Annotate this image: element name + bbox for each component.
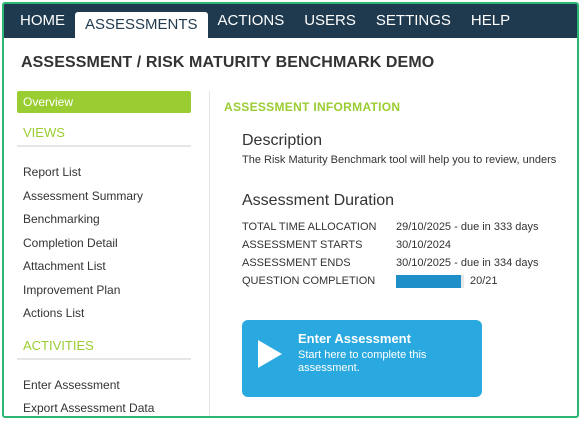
app-frame: HOME ASSESSMENTS ACTIONS USERS SETTINGS …	[2, 2, 579, 418]
duration-value: 30/10/2024	[396, 239, 452, 251]
nav-actions[interactable]: ACTIONS	[208, 4, 295, 38]
completion-label: QUESTION COMPLETION	[242, 275, 376, 287]
play-icon	[258, 340, 282, 368]
nav-home[interactable]: HOME	[10, 4, 75, 38]
sidebar-divider	[209, 91, 210, 416]
nav-settings[interactable]: SETTINGS	[366, 4, 461, 38]
sidebar-item-overview[interactable]: Overview	[17, 91, 191, 113]
nav-assessments[interactable]: ASSESSMENTS	[75, 12, 208, 38]
sidebar-item-improvement-plan[interactable]: Improvement Plan	[23, 279, 191, 303]
duration-label: ASSESSMENT ENDS	[242, 257, 351, 269]
sidebar-item-completion-detail[interactable]: Completion Detail	[23, 232, 191, 256]
activities-heading: ACTIVITIES	[17, 338, 191, 360]
enter-assessment-button[interactable]: Enter Assessment Start here to complete …	[242, 320, 482, 397]
sidebar-item-benchmarking[interactable]: Benchmarking	[23, 208, 191, 232]
completion-progress-fill	[396, 274, 461, 288]
sidebar-item-export-assessment-data[interactable]: Export Assessment Data	[23, 397, 191, 416]
sidebar-item-enter-assessment[interactable]: Enter Assessment	[23, 374, 191, 398]
duration-table: TOTAL TIME ALLOCATION 29/10/2025 - due i…	[242, 218, 539, 290]
sidebar-item-assessment-summary[interactable]: Assessment Summary	[23, 185, 191, 209]
description-text: The Risk Maturity Benchmark tool will he…	[242, 154, 557, 166]
views-list: Report List Assessment Summary Benchmark…	[17, 161, 191, 326]
page-title: ASSESSMENT / RISK MATURITY BENCHMARK DEM…	[21, 54, 435, 71]
duration-row: ASSESSMENT STARTS 30/10/2024	[242, 236, 539, 254]
duration-label: TOTAL TIME ALLOCATION	[242, 221, 377, 233]
top-nav: HOME ASSESSMENTS ACTIONS USERS SETTINGS …	[4, 4, 577, 38]
sidebar-item-report-list[interactable]: Report List	[23, 161, 191, 185]
main-content: ASSESSMENT INFORMATION Description The R…	[224, 100, 577, 397]
completion-count: 20/21	[470, 275, 498, 287]
duration-row: TOTAL TIME ALLOCATION 29/10/2025 - due i…	[242, 218, 539, 236]
sidebar: Overview VIEWS Report List Assessment Su…	[17, 91, 191, 417]
nav-users[interactable]: USERS	[294, 4, 366, 38]
duration-row: ASSESSMENT ENDS 30/10/2025 - due in 334 …	[242, 254, 539, 272]
completion-row: QUESTION COMPLETION 20/21	[242, 272, 539, 290]
completion-progress-bar	[396, 274, 464, 288]
section-title: ASSESSMENT INFORMATION	[224, 100, 401, 114]
duration-value: 30/10/2025 - due in 334 days	[396, 257, 539, 269]
completion-value: 20/21	[396, 272, 539, 290]
duration-label: ASSESSMENT STARTS	[242, 239, 363, 251]
sidebar-item-attachment-list[interactable]: Attachment List	[23, 255, 191, 279]
enter-assessment-subtitle: Start here to complete this assessment.	[298, 349, 427, 374]
activities-list: Enter Assessment Export Assessment Data	[17, 374, 191, 417]
duration-value: 29/10/2025 - due in 333 days	[396, 221, 539, 233]
sidebar-item-actions-list[interactable]: Actions List	[23, 302, 191, 326]
duration-heading: Assessment Duration	[242, 192, 395, 209]
enter-assessment-title: Enter Assessment	[298, 331, 411, 346]
nav-help[interactable]: HELP	[461, 4, 520, 38]
description-heading: Description	[242, 132, 323, 149]
views-heading: VIEWS	[17, 125, 191, 147]
